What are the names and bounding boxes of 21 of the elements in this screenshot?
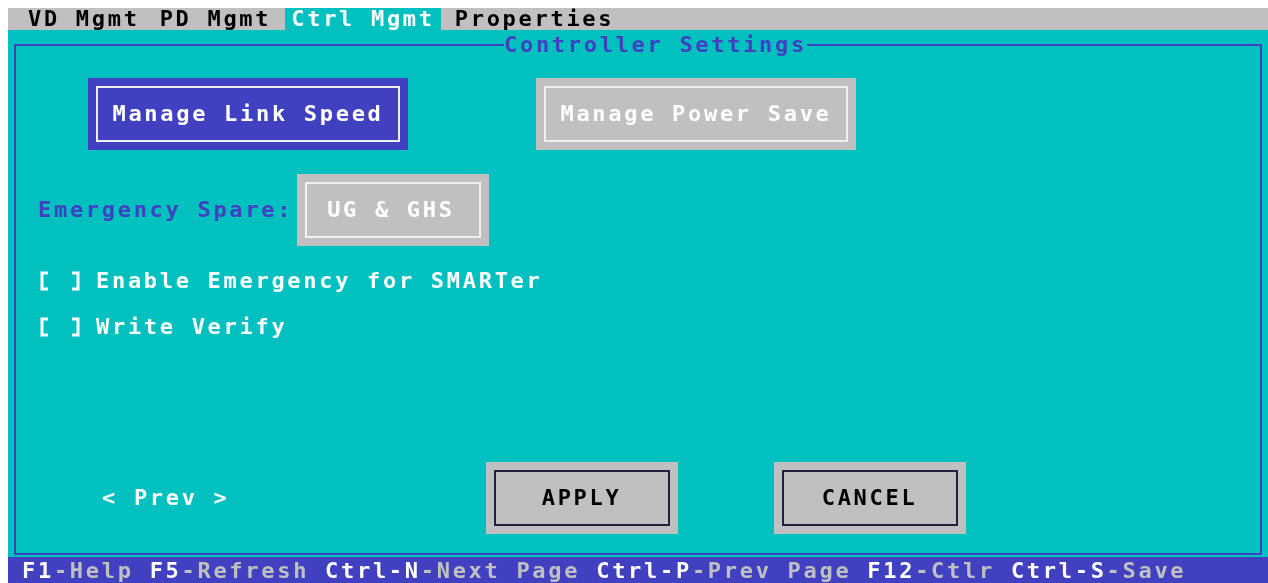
shortcut-label: -Save [1106, 560, 1187, 582]
shortcut-key: Ctrl-P [596, 560, 692, 582]
shortcut-key: F1 [22, 560, 54, 582]
action-button[interactable]: CANCEL [773, 462, 966, 534]
emergency-spare-label: Emergency Spare: [38, 199, 294, 221]
checkbox[interactable] [40, 271, 80, 291]
shortcut-key: F5 [149, 560, 182, 582]
menu-button[interactable]: Manage Link Speed [88, 78, 408, 150]
checkbox-label: Write Verify [96, 316, 288, 338]
frame-title: Controller Settings [504, 34, 807, 56]
shortcut-label: -Ctlr [915, 560, 995, 582]
shortcut-key: F12 [867, 560, 916, 582]
shortcut-label: -Next Page [420, 560, 581, 582]
shortcut-label: -Prev Page [691, 560, 852, 582]
checkbox[interactable] [40, 317, 80, 337]
shortcut-label: -Refresh [181, 560, 310, 582]
checkbox-label: Enable Emergency for SMARTer [96, 270, 543, 292]
shortcut-key: Ctrl-S [1010, 560, 1107, 582]
shortcut-label: -Help [53, 560, 134, 582]
shortcut-key: Ctrl-N [325, 560, 421, 582]
action-button[interactable]: APPLY [485, 462, 678, 534]
